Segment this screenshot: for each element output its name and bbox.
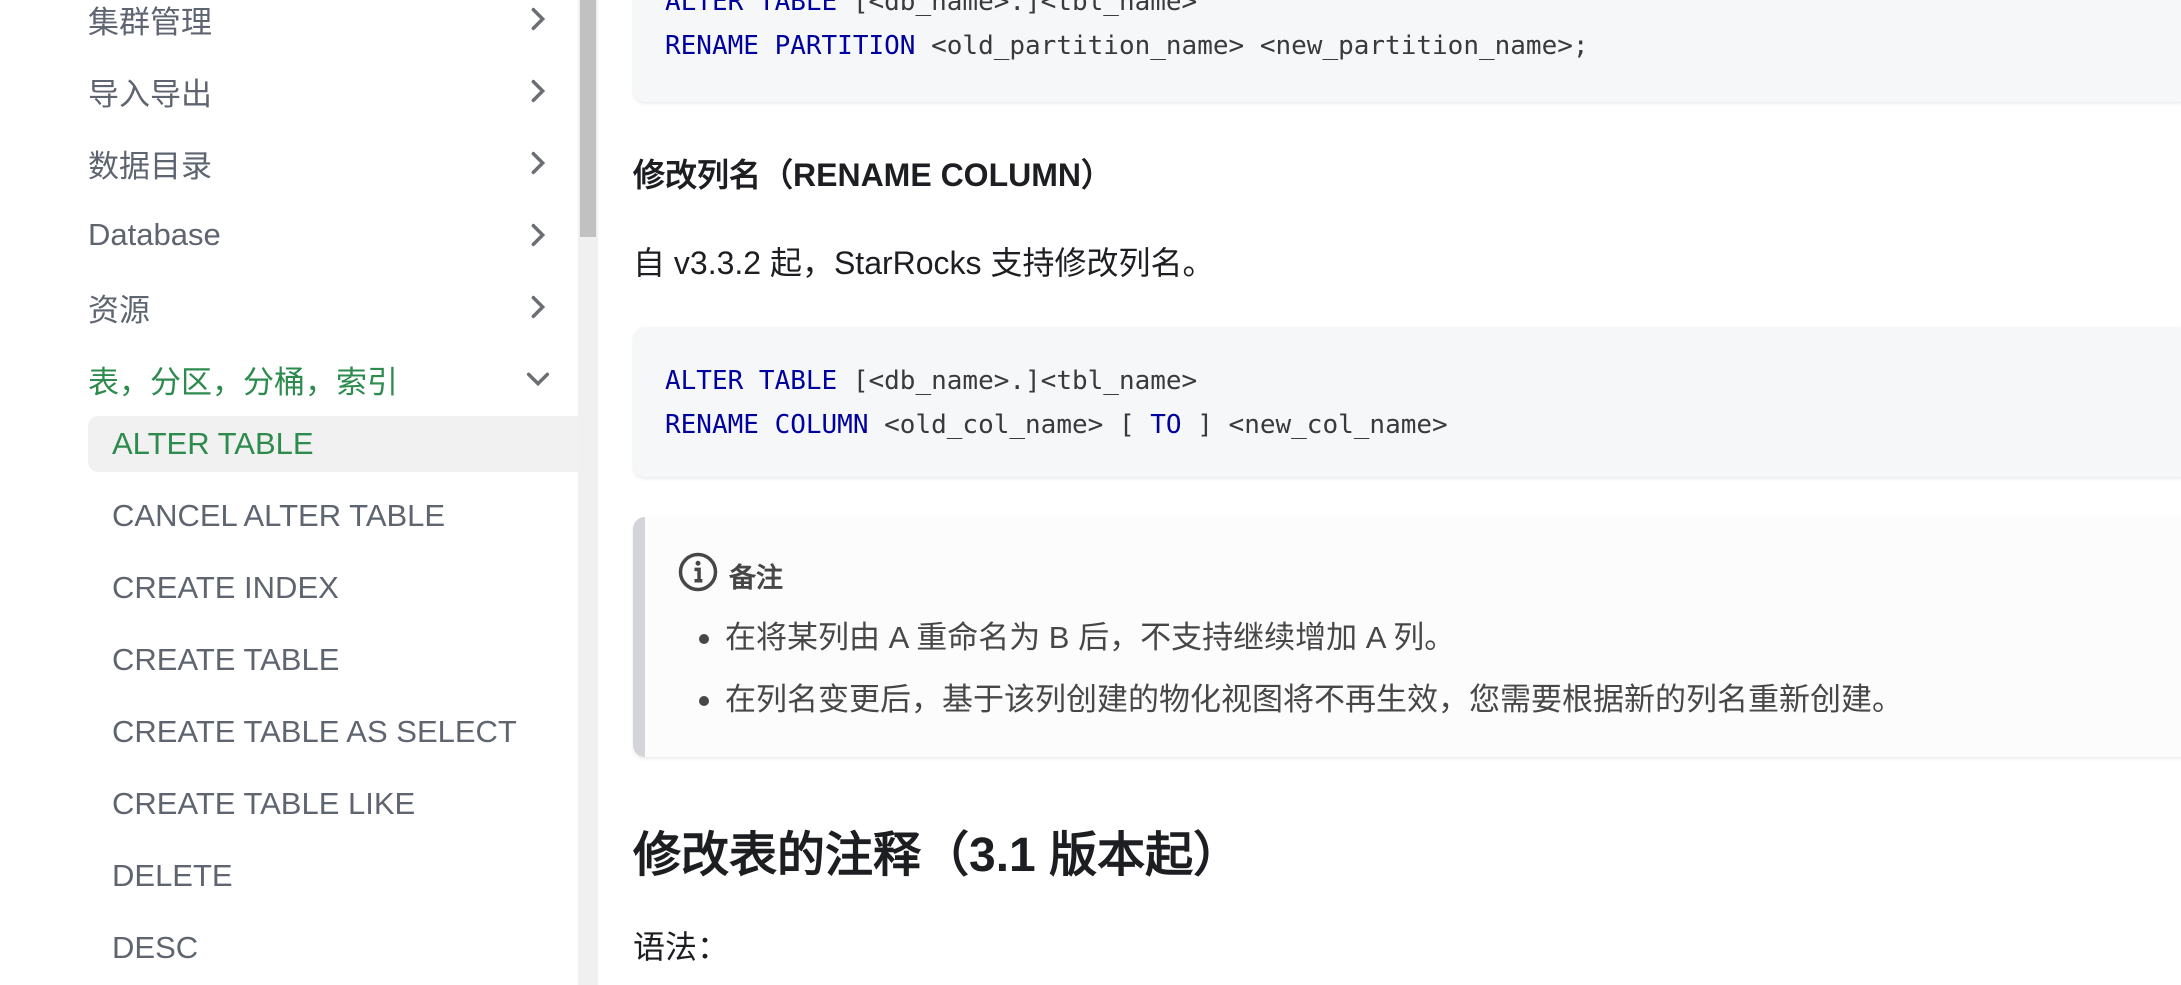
- doc-content: ALTER TABLE [<db_name>.]<tbl_name> RENAM…: [598, 0, 2181, 985]
- sidebar-scrollbar-thumb[interactable]: [580, 0, 596, 237]
- sidebar-category-label: 集群管理: [88, 4, 212, 40]
- sidebar-item-label: CREATE TABLE LIKE: [112, 786, 416, 821]
- code-block-rename-column: ALTER TABLE [<db_name>.]<tbl_name> RENAM…: [633, 327, 2181, 477]
- sidebar-item-delete[interactable]: DELETE: [88, 848, 578, 904]
- sidebar-nav: 集群管理 导入导出 数据目录 Database 资源 表，分区，分桶，索引 AL…: [0, 0, 578, 985]
- section-heading-rename-column: 修改列名（RENAME COLUMN）: [633, 157, 1113, 193]
- docs-page: 集群管理 导入导出 数据目录 Database 资源 表，分区，分桶，索引 AL…: [0, 0, 2181, 985]
- sidebar-category-database[interactable]: Database: [88, 210, 558, 260]
- code-keyword: RENAME PARTITION: [665, 31, 916, 61]
- chevron-right-icon[interactable]: [518, 287, 558, 327]
- code-text: <old_col_name> [: [868, 410, 1151, 440]
- sidebar-item-label: DELETE: [112, 858, 233, 893]
- sidebar-category-label: 导入导出: [88, 76, 212, 112]
- chevron-down-icon[interactable]: [518, 359, 558, 399]
- chevron-right-icon[interactable]: [518, 143, 558, 183]
- chevron-right-icon[interactable]: [518, 215, 558, 255]
- code-line: RENAME PARTITION <old_partition_name> <n…: [665, 24, 2181, 68]
- sidebar-category-table-partition-bucket-index[interactable]: 表，分区，分桶，索引: [88, 354, 558, 404]
- sidebar-item-label: CREATE INDEX: [112, 570, 339, 605]
- sidebar-scrollbar[interactable]: [578, 0, 598, 985]
- code-keyword: ALTER TABLE: [665, 0, 838, 17]
- sidebar-category-label: 资源: [88, 292, 150, 328]
- note-item: 在列名变更后，基于该列创建的物化视图将不再生效，您需要根据新的列名重新创建。: [695, 669, 1903, 731]
- sidebar-category-label: 数据目录: [88, 148, 212, 184]
- note-list: 在将某列由 A 重命名为 B 后，不支持继续增加 A 列。 在列名变更后，基于该…: [695, 607, 1903, 731]
- code-keyword: RENAME COLUMN: [665, 410, 869, 440]
- code-keyword: TO: [1150, 410, 1182, 440]
- chevron-right-icon[interactable]: [518, 71, 558, 111]
- sidebar-item-cancel-alter-table[interactable]: CANCEL ALTER TABLE: [88, 488, 578, 544]
- sidebar-category-data-catalog[interactable]: 数据目录: [88, 138, 558, 188]
- code-line: ALTER TABLE [<db_name>.]<tbl_name>: [665, 359, 2181, 403]
- code-text: <old_partition_name> <new_partition_name…: [915, 31, 1589, 61]
- note-item: 在将某列由 A 重命名为 B 后，不支持继续增加 A 列。: [695, 607, 1903, 669]
- sidebar-category-label: 表，分区，分桶，索引: [88, 364, 398, 400]
- sidebar-item-create-index[interactable]: CREATE INDEX: [88, 560, 578, 616]
- sidebar-item-label: CREATE TABLE AS SELECT: [112, 714, 517, 749]
- sidebar-item-create-table-like[interactable]: CREATE TABLE LIKE: [88, 776, 578, 832]
- note-admonition: 备注 在将某列由 A 重命名为 B 后，不支持继续增加 A 列。 在列名变更后，…: [633, 517, 2181, 757]
- sidebar-category-resources[interactable]: 资源: [88, 282, 558, 332]
- code-text: [<db_name>.]<tbl_name>: [837, 0, 1198, 17]
- note-header: 备注: [677, 551, 783, 600]
- sidebar-category-label: Database: [88, 217, 221, 252]
- sidebar-item-label: ALTER TABLE: [112, 426, 314, 461]
- code-line: ALTER TABLE [<db_name>.]<tbl_name>: [665, 0, 2181, 24]
- note-title: 备注: [729, 563, 783, 593]
- code-keyword: ALTER TABLE: [665, 366, 838, 396]
- chevron-right-icon[interactable]: [518, 0, 558, 39]
- sidebar-item-desc[interactable]: DESC: [88, 920, 578, 976]
- sidebar-item-create-table-as-select[interactable]: CREATE TABLE AS SELECT: [88, 704, 578, 760]
- syntax-label: 语法：: [633, 929, 730, 965]
- code-text: [<db_name>.]<tbl_name>: [837, 366, 1198, 396]
- code-line: RENAME COLUMN <old_col_name> [ TO ] <new…: [665, 403, 2181, 447]
- sidebar-item-label: CANCEL ALTER TABLE: [112, 498, 446, 533]
- sidebar-item-alter-table[interactable]: ALTER TABLE: [88, 416, 578, 472]
- rename-column-description: 自 v3.3.2 起，StarRocks 支持修改列名。: [633, 245, 1215, 281]
- sidebar-item-create-table[interactable]: CREATE TABLE: [88, 632, 578, 688]
- sidebar-item-label: CREATE TABLE: [112, 642, 340, 677]
- code-block-rename-partition: ALTER TABLE [<db_name>.]<tbl_name> RENAM…: [633, 0, 2181, 102]
- sidebar-category-import-export[interactable]: 导入导出: [88, 66, 558, 116]
- info-icon: [677, 551, 729, 600]
- section-heading-table-comment: 修改表的注释（3.1 版本起）: [633, 829, 1242, 882]
- sidebar-item-label: DESC: [112, 930, 199, 965]
- code-text: ] <new_col_name>: [1181, 410, 1448, 440]
- sidebar-category-cluster-management[interactable]: 集群管理: [88, 0, 558, 44]
